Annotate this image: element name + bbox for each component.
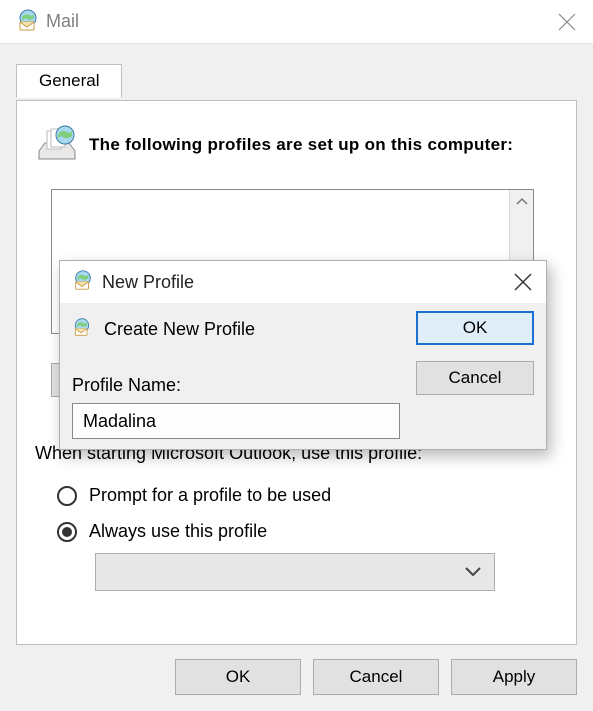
apply-button[interactable]: Apply [451, 659, 577, 695]
cancel-button[interactable]: Cancel [416, 361, 534, 395]
new-profile-heading-row: Create New Profile [72, 317, 255, 341]
radio-on-icon [57, 522, 77, 542]
default-profile-dropdown[interactable] [95, 553, 495, 591]
mail-title: Mail [46, 11, 79, 32]
radio-off-icon [57, 486, 77, 506]
ok-button[interactable]: OK [416, 311, 534, 345]
mail-titlebar: Mail [0, 0, 593, 44]
new-profile-titlebar: New Profile [60, 261, 546, 303]
close-icon[interactable] [512, 271, 534, 293]
mail-icon [72, 269, 94, 295]
chevron-down-icon [464, 566, 482, 578]
tab-general[interactable]: General [16, 64, 122, 98]
close-icon[interactable] [555, 10, 579, 34]
new-profile-body: Create New Profile Profile Name: OK Canc… [60, 303, 546, 449]
cancel-button[interactable]: Cancel [313, 659, 439, 695]
profile-name-input[interactable] [72, 403, 400, 439]
mail-icon [16, 8, 40, 36]
radio-always-label: Always use this profile [89, 521, 267, 542]
radio-prompt-label: Prompt for a profile to be used [89, 485, 331, 506]
profiles-icon [35, 121, 79, 169]
radio-always[interactable]: Always use this profile [57, 521, 267, 542]
dialog-footer: OK Cancel Apply [175, 659, 577, 695]
new-profile-title: New Profile [102, 272, 194, 293]
mail-icon [72, 317, 92, 341]
profiles-section-header: The following profiles are set up on thi… [35, 121, 558, 169]
profile-name-label: Profile Name: [72, 375, 181, 396]
chevron-up-icon[interactable] [515, 196, 529, 206]
radio-prompt[interactable]: Prompt for a profile to be used [57, 485, 331, 506]
profiles-section-text: The following profiles are set up on thi… [89, 135, 513, 155]
ok-button[interactable]: OK [175, 659, 301, 695]
new-profile-heading: Create New Profile [104, 319, 255, 340]
mail-dialog: Mail General The [0, 0, 593, 711]
new-profile-dialog: New Profile Create New Profile [59, 260, 547, 450]
tab-strip: General [16, 64, 577, 98]
